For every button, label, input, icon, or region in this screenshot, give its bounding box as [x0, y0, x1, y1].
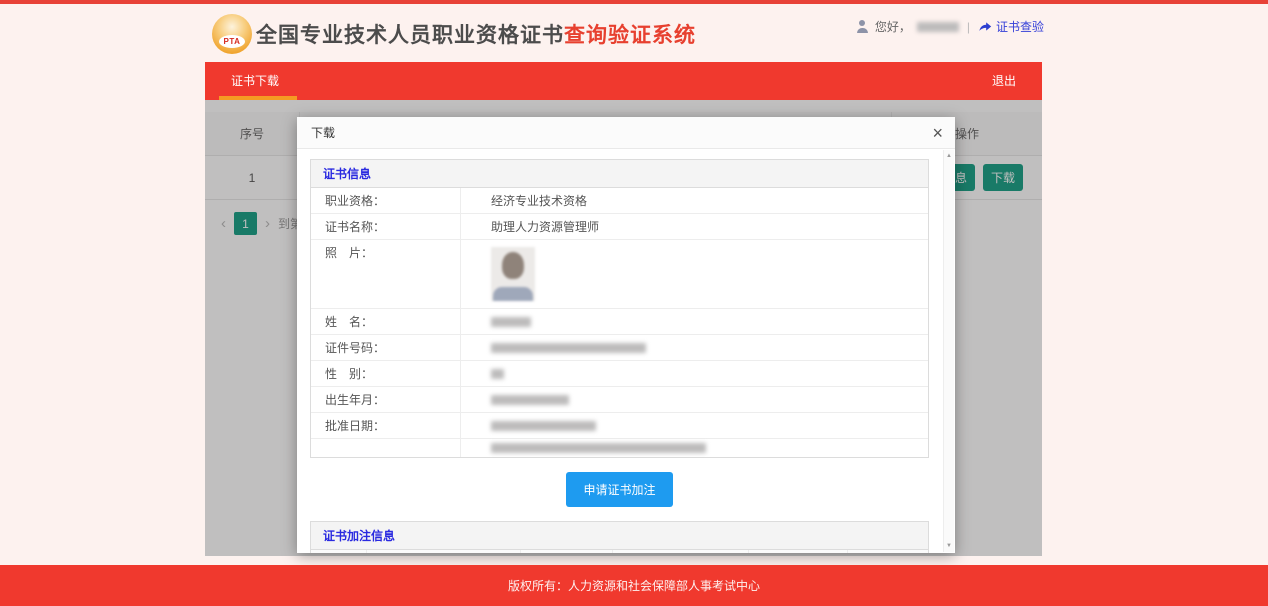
annotation-header-row: 序号 使用场景 有效期至 加注申请时间 加注完成时间 操作: [311, 550, 928, 553]
tab-certificate-download-label: 证书下载: [231, 74, 279, 88]
annotation-info-title: 证书加注信息: [311, 522, 928, 550]
pta-logo-icon: PTA: [212, 14, 252, 54]
field-label: 证书名称：: [311, 214, 461, 239]
apply-annotation-button[interactable]: 申请证书加注: [566, 472, 672, 507]
redacted-value: [491, 369, 504, 379]
field-value: 经济专业技术资格: [461, 188, 928, 213]
tab-certificate-download[interactable]: 证书下载: [205, 62, 305, 100]
field-label: 性 别：: [311, 361, 461, 386]
apply-button-area: 申请证书加注: [310, 472, 929, 507]
col-header-action: 操作: [848, 550, 928, 553]
field-label: 照 片：: [311, 240, 461, 308]
dialog-body: 证书信息 职业资格： 经济专业技术资格 证书名称： 助理人力资源管理师 照 片：…: [297, 150, 955, 553]
dialog-title: 下载: [311, 124, 335, 141]
redacted-value: [491, 343, 646, 353]
field-value: [461, 387, 928, 412]
pta-logo-text: PTA: [219, 35, 245, 48]
field-label: 出生年月：: [311, 387, 461, 412]
annotation-table: 序号 使用场景 有效期至 加注申请时间 加注完成时间 操作 1 本人调用 202…: [311, 550, 928, 553]
field-row-photo: 照 片：: [311, 240, 928, 309]
page-footer: 版权所有：人力资源和社会保障部人事考试中心: [0, 565, 1268, 606]
download-dialog: 下载 × 证书信息 职业资格： 经济专业技术资格 证书名称： 助理人力资源管理师…: [297, 117, 955, 553]
field-value: [461, 335, 928, 360]
field-value: [461, 240, 928, 308]
separator: |: [967, 20, 970, 34]
field-label: 姓 名：: [311, 309, 461, 334]
certificate-info-title: 证书信息: [311, 160, 928, 188]
col-header-apply-time: 加注申请时间: [613, 550, 749, 553]
dialog-scrollbar[interactable]: ▲ ▼: [943, 150, 954, 552]
close-icon[interactable]: ×: [932, 124, 943, 142]
user-icon: [856, 20, 869, 33]
scroll-down-icon[interactable]: ▼: [944, 543, 954, 549]
certificate-verify-label: 证书查验: [996, 18, 1044, 35]
field-value: [461, 361, 928, 386]
redacted-value: [491, 317, 531, 327]
redacted-value: [491, 421, 596, 431]
id-photo: [491, 247, 535, 301]
annotation-info-box: 证书加注信息 序号 使用场景 有效期至 加注申请时间 加注完成时间 操作 1 本…: [310, 521, 929, 553]
field-label: 职业资格：: [311, 188, 461, 213]
col-header-index: 序号: [311, 550, 367, 553]
site-title: 全国专业技术人员职业资格证书查询验证系统: [256, 19, 696, 49]
field-value: [461, 309, 928, 334]
greeting-label: 您好，: [875, 18, 911, 35]
field-value: [461, 439, 928, 457]
site-title-accent: 查询验证系统: [564, 24, 696, 47]
certificate-verify-link[interactable]: 证书查验: [978, 18, 1044, 35]
brand: PTA 全国专业技术人员职业资格证书查询验证系统: [212, 14, 696, 54]
field-label: 证件号码：: [311, 335, 461, 360]
col-header-complete-time: 加注完成时间: [749, 550, 848, 553]
field-row-birth-date: 出生年月：: [311, 387, 928, 413]
field-row-certificate-name: 证书名称： 助理人力资源管理师: [311, 214, 928, 240]
site-title-main: 全国专业技术人员职业资格证书: [256, 24, 564, 47]
field-value: [461, 413, 928, 438]
username-redacted: [917, 22, 959, 32]
copyright-text: 版权所有：人力资源和社会保障部人事考试中心: [508, 577, 760, 594]
user-bar: 您好， | 证书查验: [856, 18, 1044, 35]
share-arrow-icon: [978, 20, 992, 33]
field-row-name: 姓 名：: [311, 309, 928, 335]
col-header-valid-until: 有效期至: [521, 550, 614, 553]
logout-button[interactable]: 退出: [966, 62, 1042, 100]
site-header: PTA 全国专业技术人员职业资格证书查询验证系统 您好， | 证书查验: [0, 4, 1268, 62]
scroll-up-icon[interactable]: ▲: [944, 153, 954, 159]
redacted-value: [491, 395, 569, 405]
main-nav: 证书下载 退出: [205, 62, 1042, 100]
field-value: 助理人力资源管理师: [461, 214, 928, 239]
dialog-header: 下载 ×: [297, 117, 955, 149]
col-header-scene: 使用场景: [367, 550, 521, 553]
field-row-gender: 性 别：: [311, 361, 928, 387]
field-row-qualification: 职业资格： 经济专业技术资格: [311, 188, 928, 214]
redacted-value: [491, 443, 706, 453]
field-label: [311, 439, 461, 457]
field-row-extra: [311, 439, 928, 457]
field-label: 批准日期：: [311, 413, 461, 438]
certificate-info-box: 证书信息 职业资格： 经济专业技术资格 证书名称： 助理人力资源管理师 照 片：…: [310, 159, 929, 458]
field-row-id-number: 证件号码：: [311, 335, 928, 361]
field-row-approval-date: 批准日期：: [311, 413, 928, 439]
